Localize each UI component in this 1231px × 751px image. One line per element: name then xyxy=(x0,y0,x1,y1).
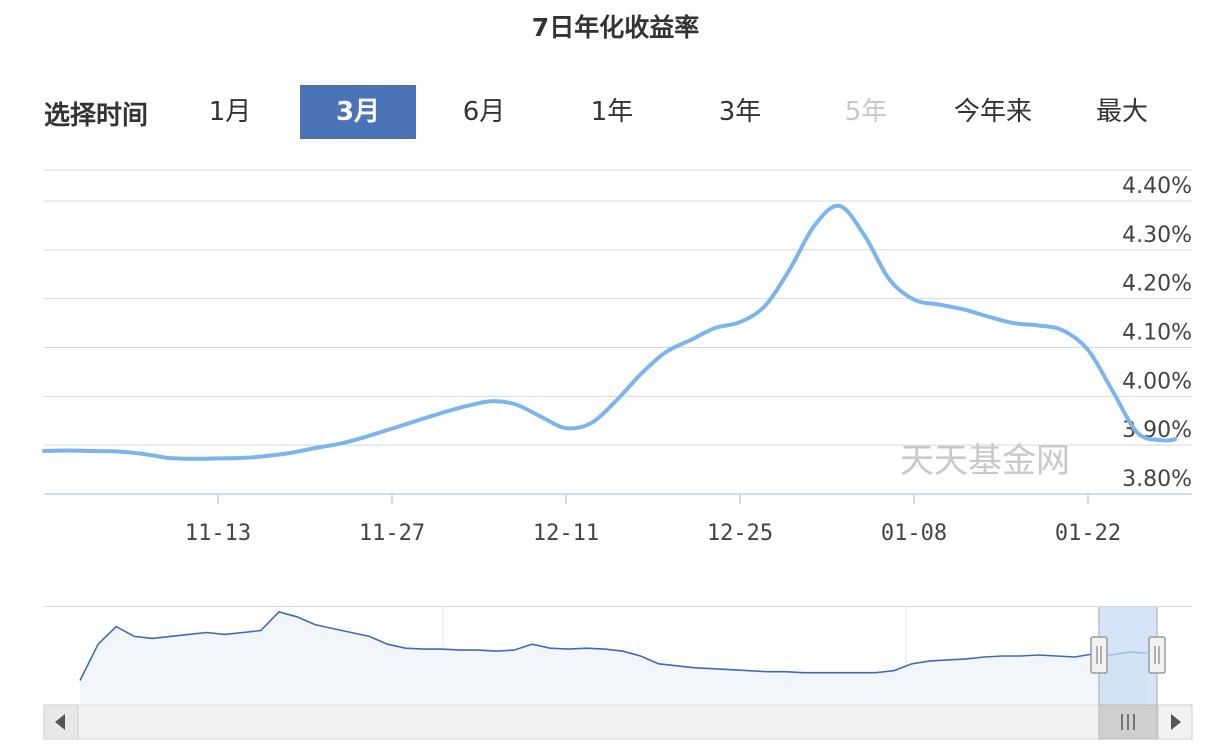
chart-svg: 3.80%3.90%4.00%4.10%4.20%4.30%4.40%11-13… xyxy=(42,169,1193,740)
y-tick-label: 4.40% xyxy=(1122,174,1192,199)
handle-body xyxy=(1148,636,1166,674)
y-tick-label: 4.10% xyxy=(1122,321,1192,346)
y-tick-label: 4.20% xyxy=(1122,272,1192,297)
x-tick-label: 01-22 xyxy=(1055,521,1121,546)
series-line xyxy=(42,203,1177,461)
navigator-handle-left[interactable] xyxy=(1090,636,1108,674)
x-tick-label: 12-25 xyxy=(707,521,773,546)
x-tick-label: 11-13 xyxy=(185,521,251,546)
y-tick-label: 4.00% xyxy=(1122,369,1192,394)
x-tick-label: 12-11 xyxy=(533,521,599,546)
scrollbar-track[interactable] xyxy=(43,704,1193,740)
x-tick-label: 01-08 xyxy=(881,521,947,546)
x-tick-label: 11-27 xyxy=(359,521,425,546)
y-tick-label: 4.30% xyxy=(1122,223,1192,248)
navigator-handle-right[interactable] xyxy=(1148,636,1166,674)
watermark: 天天基金网 xyxy=(900,441,1070,481)
handle-body xyxy=(1090,636,1108,674)
y-tick-label: 3.80% xyxy=(1122,467,1192,492)
